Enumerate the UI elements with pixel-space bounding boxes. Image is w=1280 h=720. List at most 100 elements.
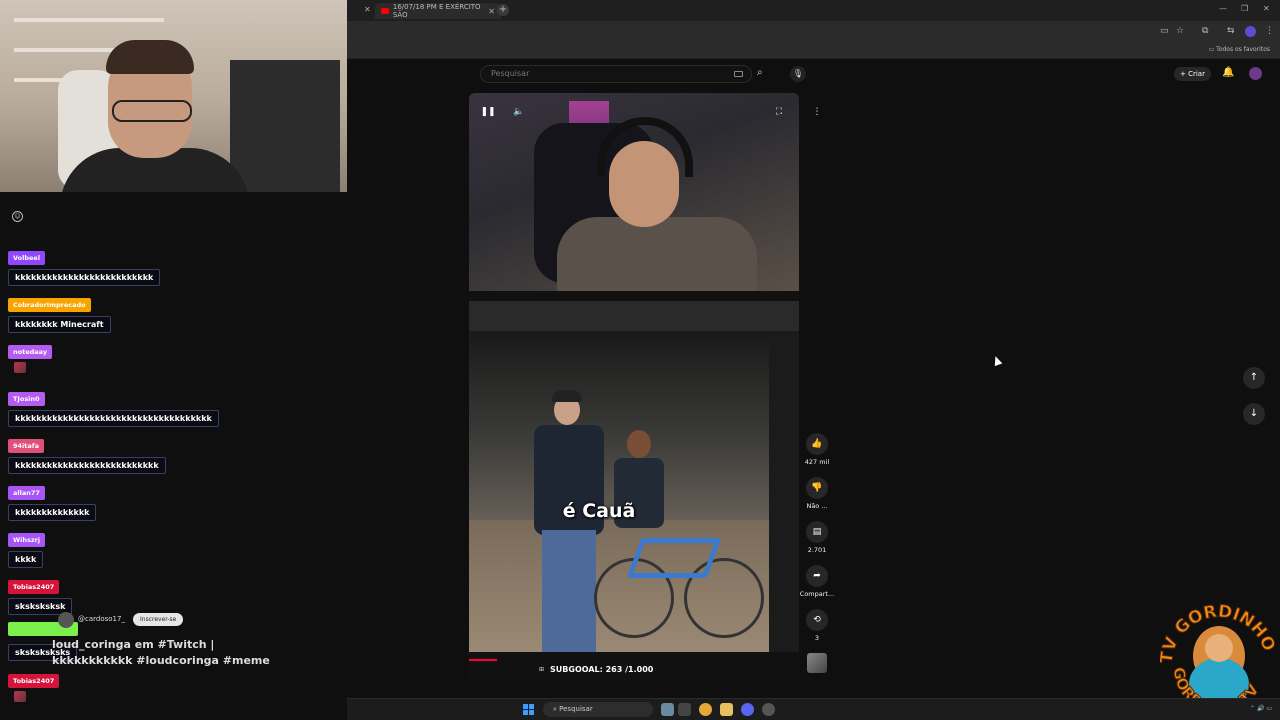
logo-face: [1205, 634, 1233, 662]
search-placeholder: Pesquisar: [491, 69, 530, 78]
menu-icon[interactable]: ⋮: [1265, 26, 1274, 36]
chat-message-text: kkkk: [8, 551, 44, 568]
streamer-hair: [106, 40, 194, 74]
like-button[interactable]: 👍 427 mil: [805, 433, 829, 466]
next-short-arrow-down-icon[interactable]: ↓: [1243, 403, 1265, 425]
chat-username[interactable]: Tobias2407: [8, 580, 60, 594]
chat-message: notedaay: [8, 339, 53, 373]
account-avatar[interactable]: [1249, 67, 1262, 80]
search-icon[interactable]: ⌕: [757, 67, 763, 78]
create-label: Criar: [1188, 70, 1205, 78]
youtube-favicon-icon: [381, 8, 389, 14]
chat-message: 94itafa kkkkkkkkkkkkkkkkkkkkkkkkkkk: [8, 433, 166, 474]
window-close-icon[interactable]: ✕: [1263, 4, 1270, 13]
chat-message: TJosin0 kkkkkkkkkkkkkkkkkkkkkkkkkkkkkkkkk…: [8, 386, 219, 427]
channel-handle[interactable]: @cardoso17_: [78, 615, 125, 623]
chat-message-text: kkkkkkkkkkkkkk: [8, 504, 97, 521]
keyboard-icon[interactable]: [734, 71, 743, 77]
chat-message: Volbeel kkkkkkkkkkkkkkkkkkkkkkkkkk: [8, 245, 161, 286]
chat-emote-icon: [14, 691, 26, 702]
tab-close-icon[interactable]: ✕: [488, 7, 495, 16]
close-icon[interactable]: ✕: [364, 5, 371, 14]
chat-message-text: kkkkkkkkkkkkkkkkkkkkkkkkkkkkkkkkkkkkk: [8, 410, 219, 427]
dislike-label: Não ...: [806, 502, 828, 510]
chat-message: Tobias2407: [8, 668, 60, 702]
settings-icon[interactable]: [762, 703, 775, 716]
short-video-player[interactable]: é Cauã ⊞ SUBGOOAL: 263 /1.000 ❚❚ 🔈 ⛶: [469, 93, 799, 681]
chat-username[interactable]: TJosin0: [8, 392, 45, 406]
chat-username[interactable]: Wihszrj: [8, 533, 46, 547]
taskbar-search[interactable]: ⌕ Pesquisar: [543, 702, 653, 717]
fullscreen-icon[interactable]: ⛶: [770, 103, 788, 121]
clip-browser-bar: [469, 301, 799, 331]
windows-icon: ⊞: [539, 666, 545, 673]
windows-start-icon[interactable]: [523, 704, 534, 715]
channel-avatar[interactable]: [58, 612, 74, 628]
bookmarks-bar: ▭ Todos os favoritos: [347, 42, 1280, 59]
search-input[interactable]: Pesquisar: [480, 65, 752, 83]
chat-message-text: kkkkkkkkkkkkkkkkkkkkkkkkkk: [8, 269, 161, 286]
restore-icon[interactable]: ❐: [1241, 4, 1248, 13]
chat-username[interactable]: CobradorImprecado: [8, 298, 91, 312]
chat-emote-icon: [14, 362, 26, 373]
browser-tab-active[interactable]: 16/07/18 PM E EXÉRCITO SÃO ✕: [375, 3, 501, 19]
chat-username[interactable]: allan77: [8, 486, 45, 500]
chat-username[interactable]: Volbeel: [8, 251, 46, 265]
system-tray[interactable]: ⌃ 🔊 ▭: [1250, 705, 1272, 712]
sidebar-icon[interactable]: ⇆: [1227, 26, 1235, 36]
file-explorer-icon[interactable]: [720, 703, 733, 716]
chat-message: CobradorImprecado kkkkkkkk Minecraft: [8, 292, 111, 333]
windows-taskbar: ⌕ Pesquisar ⌃ 🔊 ▭: [347, 698, 1280, 720]
thumbs-down-icon: 👎: [806, 477, 828, 499]
pause-icon[interactable]: ❚❚: [479, 103, 497, 121]
audio-thumbnail[interactable]: [807, 653, 827, 673]
taskbar-search-label: Pesquisar: [559, 705, 593, 713]
chat-message-text: kkkkkkkkkkkkkkkkkkkkkkkkkkk: [8, 457, 166, 474]
all-bookmarks-link[interactable]: ▭ Todos os favoritos: [1209, 46, 1270, 53]
video-caption: é Cauã: [562, 500, 636, 522]
dislike-button[interactable]: 👎 Não ...: [806, 477, 828, 510]
share-button[interactable]: ➦ Compart...: [800, 565, 834, 598]
share-label: Compart...: [799, 590, 835, 598]
notifications-icon[interactable]: 🔔: [1222, 67, 1234, 78]
bicycle: [594, 518, 769, 652]
previous-short-arrow-up-icon[interactable]: ↑: [1243, 367, 1265, 389]
create-button[interactable]: + Criar: [1174, 67, 1211, 81]
volume-icon[interactable]: 🔈: [510, 103, 528, 121]
more-options-icon[interactable]: ⋮: [808, 103, 826, 121]
screen: ✕ 16/07/18 PM E EXÉRCITO SÃO ✕ + — ❐ ✕ ▭…: [0, 0, 1280, 720]
streamer-glasses: [112, 100, 192, 122]
extensions-icon[interactable]: ⧉: [1202, 26, 1208, 36]
bookmark-star-icon[interactable]: ☆: [1176, 26, 1184, 36]
chat-message: Tobias2407 sksksksksk: [8, 574, 73, 615]
microphone-icon[interactable]: 🎙: [790, 66, 806, 82]
chrome-icon[interactable]: [699, 703, 712, 716]
chat-username[interactable]: 94itafa: [8, 439, 44, 453]
new-tab-button[interactable]: +: [497, 4, 509, 16]
profile-avatar[interactable]: [1245, 26, 1256, 37]
video-progress-bar[interactable]: [469, 659, 497, 661]
clip-video-scene: é Cauã: [469, 340, 769, 652]
comment-count: 2.701: [807, 546, 827, 554]
task-view-icon[interactable]: [678, 703, 691, 716]
chat-username[interactable]: Tobias2407: [8, 674, 60, 688]
shelf: [14, 18, 164, 22]
short-title[interactable]: loud_coringa em #Twitch | kkkkkkkkkkk #l…: [52, 637, 292, 669]
remix-count: 3: [814, 634, 820, 642]
bookmarks-label: Todos os favoritos: [1216, 46, 1270, 53]
chat-username[interactable]: notedaay: [8, 345, 53, 359]
like-count: 427 mil: [804, 458, 830, 466]
comment-icon: ▤: [806, 521, 828, 543]
chat-message: Wihszrj kkkk: [8, 527, 46, 568]
user-icon: ☺: [12, 211, 23, 222]
share-icon: ➦: [806, 565, 828, 587]
remix-button[interactable]: ⟲ 3: [806, 609, 828, 642]
comments-button[interactable]: ▤ 2.701: [806, 521, 828, 554]
minimize-icon[interactable]: —: [1219, 4, 1227, 13]
cast-icon[interactable]: ▭: [1160, 26, 1169, 36]
discord-icon[interactable]: [741, 703, 754, 716]
subscribe-button[interactable]: Inscrever-se: [133, 613, 184, 626]
clip-subgoal: SUBGOOAL: 263 /1.000: [550, 665, 654, 674]
streamer-sweater: [557, 217, 757, 297]
clip-taskbar: ⊞ SUBGOOAL: 263 /1.000: [539, 665, 769, 674]
